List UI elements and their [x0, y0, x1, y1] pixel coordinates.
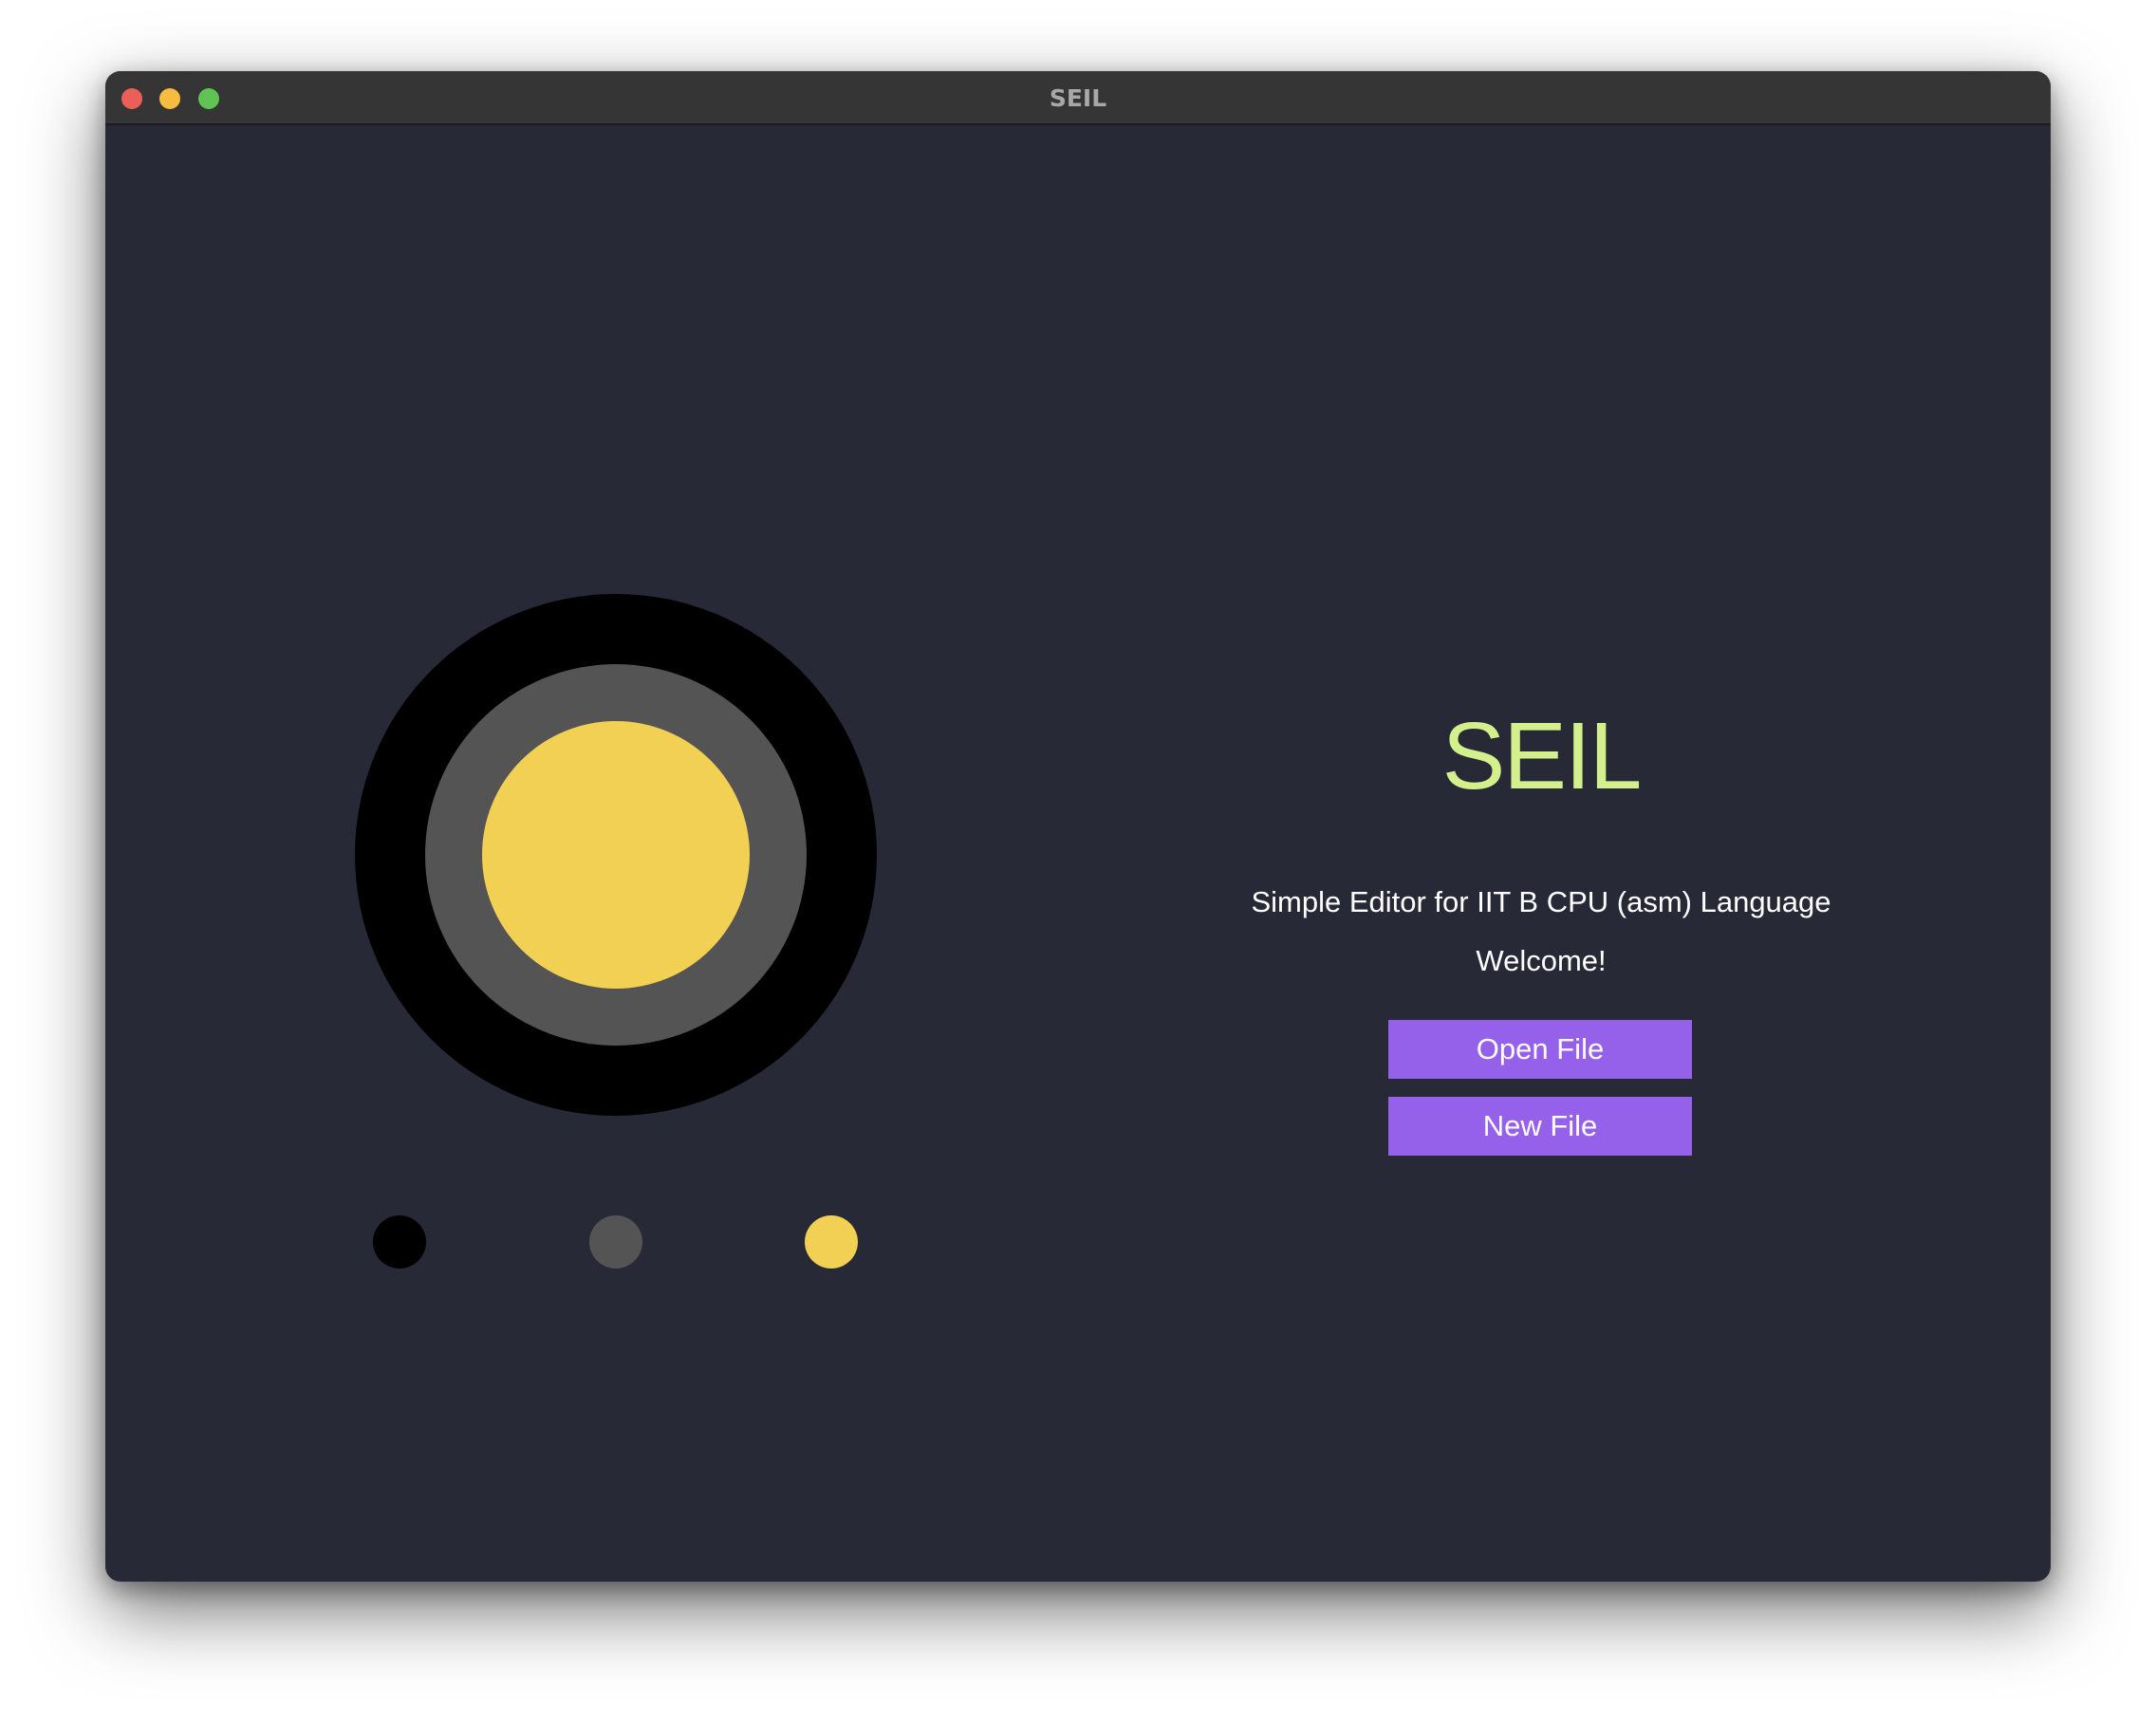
new-file-button[interactable]: New File: [1388, 1097, 1692, 1156]
window-title: SEIL: [1049, 84, 1107, 112]
logo-inner-circle: [482, 721, 750, 989]
color-swatch-yellow: [805, 1215, 858, 1269]
app-subtitle: Simple Editor for IIT B CPU (asm) Langua…: [1251, 885, 1831, 918]
app-window: SEIL SEIL Simple Editor for IIT B CPU (a…: [105, 71, 2051, 1582]
main-content: SEIL Simple Editor for IIT B CPU (asm) L…: [105, 125, 2051, 1582]
open-file-button[interactable]: Open File: [1388, 1020, 1692, 1079]
app-title: SEIL: [1441, 703, 1643, 809]
welcome-panel: SEIL Simple Editor for IIT B CPU (asm) L…: [1209, 125, 1873, 1582]
title-bar[interactable]: SEIL: [105, 71, 2051, 125]
welcome-message: Welcome!: [1476, 944, 1607, 977]
color-swatch-gray: [589, 1215, 642, 1269]
color-swatch-black: [373, 1215, 426, 1269]
